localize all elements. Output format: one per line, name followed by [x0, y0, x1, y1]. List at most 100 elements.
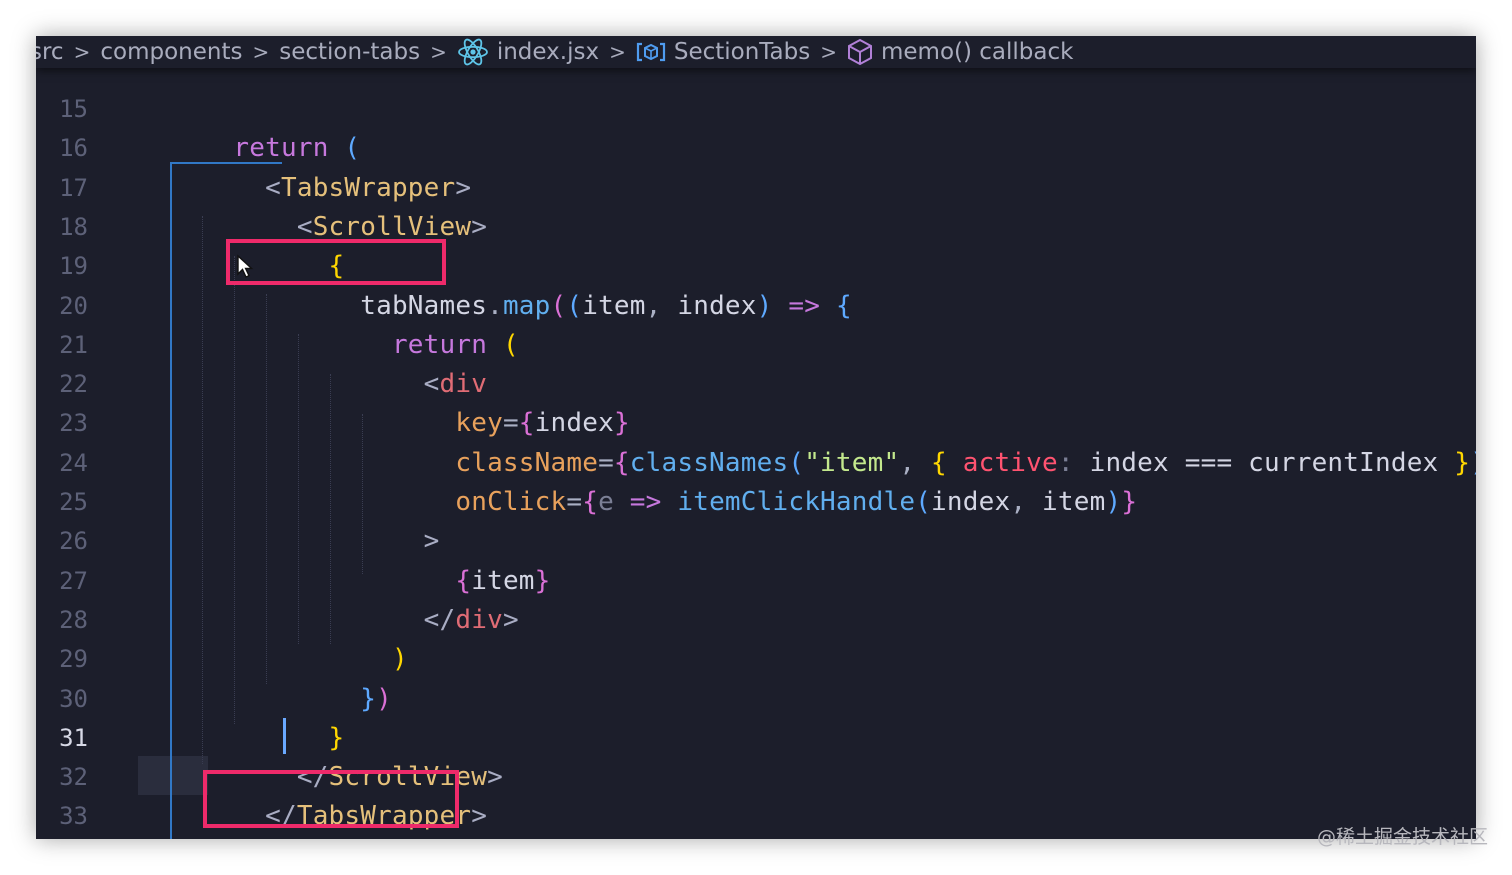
code-line[interactable]: 21 return ( [36, 326, 1476, 365]
code-token: div [439, 369, 488, 400]
line-number: 21 [59, 330, 88, 359]
breadcrumb: src > components > section-tabs > index.… [36, 36, 1476, 68]
code-token: { [518, 408, 535, 439]
code-line[interactable]: 29 ) [36, 640, 1476, 679]
code-token: ) [391, 644, 408, 675]
code-token: ( [550, 290, 567, 321]
code-text: <TabsWrapper> [170, 169, 471, 208]
code-line[interactable]: 16 return ( [36, 129, 1476, 168]
line-number: 33 [59, 802, 88, 831]
code-token: return [233, 133, 329, 164]
code-line[interactable]: 30 }) [36, 680, 1476, 719]
breadcrumb-item-memo-callback[interactable]: memo() callback [847, 38, 1073, 66]
code-token: tabNames [360, 290, 488, 321]
code-line[interactable]: 28 </div> [36, 601, 1476, 640]
code-token: ) [1105, 487, 1122, 517]
code-token: < [423, 369, 440, 400]
line-number: 26 [59, 527, 88, 556]
code-area[interactable]: 15 16 return (17 <TabsWrapper> 18 <ScrollV… [36, 68, 1476, 839]
code-token: ( [915, 487, 932, 517]
code-line[interactable]: 31 } [36, 719, 1476, 758]
code-token: className [455, 447, 599, 478]
code-line[interactable]: 23 key={index} [36, 404, 1476, 443]
breadcrumb-item-section-tabs[interactable]: section-tabs [279, 39, 420, 65]
code-text: > [170, 522, 440, 561]
code-line[interactable]: 22 <div [36, 365, 1476, 404]
code-token: > [471, 211, 488, 242]
code-token: { [931, 447, 947, 478]
code-token: = [598, 447, 614, 478]
code-token: itemClickHandle [677, 487, 916, 517]
code-token: > [502, 604, 519, 635]
code-text: } [170, 719, 345, 758]
code-line[interactable]: 25 onClick={e => itemClickHandle(index, … [36, 483, 1476, 522]
code-token: e [598, 487, 614, 517]
line-number: 16 [59, 134, 88, 163]
code-token: return [391, 329, 488, 360]
breadcrumb-item-src[interactable]: src [36, 39, 64, 65]
code-token: index [931, 487, 1011, 517]
line-number: 30 [59, 684, 88, 713]
breadcrumb-separator: > [820, 40, 837, 64]
code-token: index [534, 408, 614, 439]
breadcrumb-item-index-jsx[interactable]: index.jsx [457, 38, 599, 66]
highlight-box-scrollview-open [226, 239, 446, 285]
code-token: ( [344, 133, 361, 164]
line-number: 15 [59, 95, 88, 123]
code-token: < [296, 211, 313, 242]
code-line[interactable]: 20 tabNames.map((item, index) => { [36, 287, 1476, 326]
code-token: item [582, 290, 646, 321]
code-line[interactable]: 15 [36, 90, 1476, 129]
line-number: 32 [59, 763, 88, 792]
breadcrumb-label: SectionTabs [673, 39, 811, 65]
code-token: index [1089, 447, 1169, 478]
code-line[interactable]: 27 {item} [36, 562, 1476, 601]
code-token: ( [566, 290, 583, 321]
code-token: ) [756, 290, 773, 321]
breadcrumb-item-components[interactable]: components [100, 39, 242, 65]
highlight-box-scrollview-close [203, 770, 459, 828]
line-number: 18 [59, 212, 88, 241]
code-token: } [1454, 447, 1471, 478]
code-token: , [899, 447, 932, 478]
code-text: return ( [170, 326, 519, 365]
code-line[interactable]: 24 className={classNames("item", { activ… [36, 444, 1476, 483]
code-text: </div> [170, 601, 519, 640]
cube-icon [847, 38, 873, 66]
code-text: return ( [170, 129, 360, 168]
breadcrumb-label: memo() callback [880, 39, 1074, 65]
code-token: > [471, 801, 488, 832]
code-token: } [360, 683, 377, 714]
code-token: currentIndex [1248, 447, 1439, 478]
code-token: TabsWrapper [280, 172, 456, 203]
code-text: key={index} [170, 404, 630, 443]
breadcrumb-item-sectiontabs[interactable]: SectionTabs [636, 39, 810, 65]
text-cursor [283, 718, 286, 754]
symbol-variable-icon [636, 41, 666, 63]
code-line[interactable]: 17 <TabsWrapper> [36, 169, 1476, 208]
code-line[interactable]: 26 > [36, 522, 1476, 561]
code-token: div [455, 604, 503, 635]
line-number: 28 [59, 605, 88, 634]
code-token: > [455, 172, 472, 203]
code-editor[interactable]: src > components > section-tabs > index.… [36, 36, 1476, 839]
